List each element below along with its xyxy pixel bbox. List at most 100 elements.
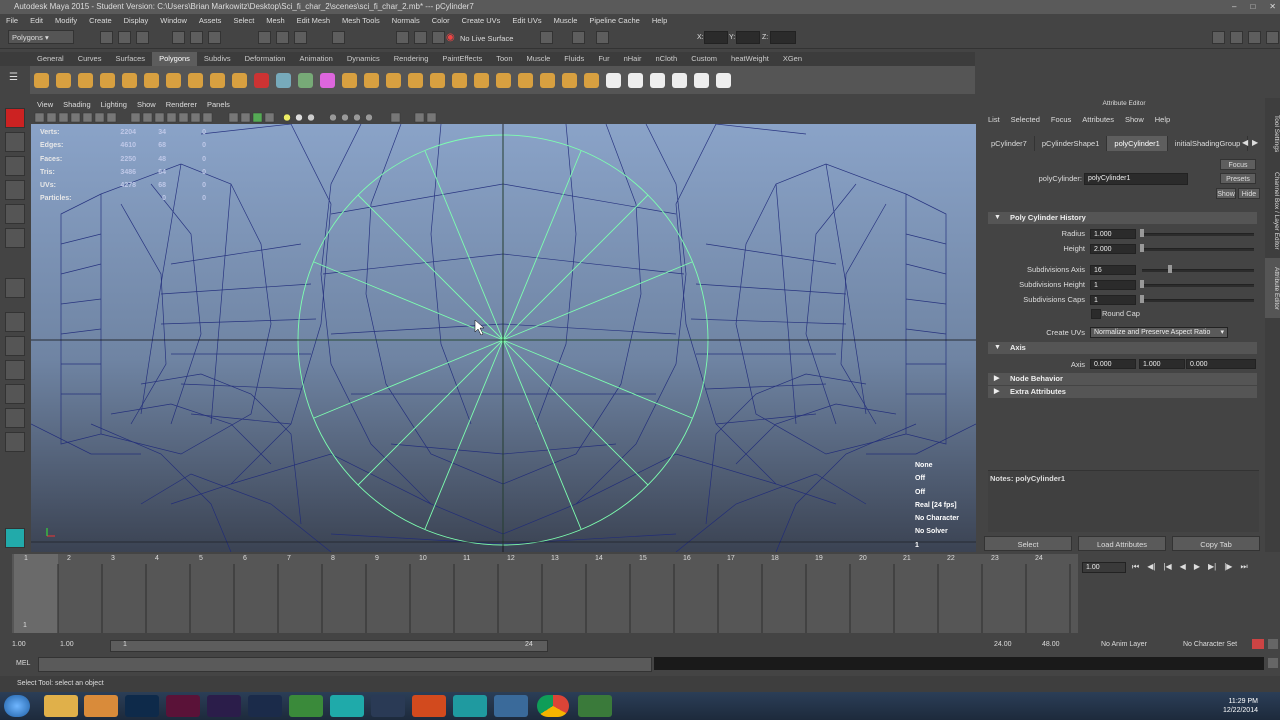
snap-grid-icon[interactable] — [258, 31, 271, 44]
viewport-menu-panels[interactable]: Panels — [207, 98, 230, 111]
bevel-icon-2[interactable] — [474, 73, 489, 88]
section-node-behavior[interactable]: ▶ Node Behavior — [988, 373, 1257, 385]
maximize-icon[interactable]: □ — [1250, 0, 1255, 14]
ae-menu-list[interactable]: List — [988, 113, 1000, 127]
shelf-tab-deformation[interactable]: Deformation — [238, 52, 293, 66]
subdivisions-axis-slider-handle[interactable] — [1168, 265, 1172, 273]
z-field[interactable] — [770, 31, 796, 44]
ae-tab-pcylinder7[interactable]: pCylinder7 — [984, 136, 1035, 151]
viewport-menu-shading[interactable]: Shading — [63, 98, 91, 111]
radius-slider-handle[interactable] — [1140, 229, 1144, 237]
step-forward-key-icon[interactable]: ▶| — [1208, 562, 1216, 572]
shelf-tab-polygons[interactable]: Polygons — [152, 52, 197, 66]
indesign-icon[interactable] — [166, 695, 200, 717]
create-uvs-dropdown[interactable]: Normalize and Preserve Aspect Ratio ▾ — [1090, 327, 1228, 338]
menu-mesh-tools[interactable]: Mesh Tools — [342, 14, 380, 28]
node-name-field[interactable]: polyCylinder1 — [1084, 173, 1188, 185]
section-poly-cylinder-history[interactable]: ▼ Poly Cylinder History — [988, 212, 1257, 224]
height-field[interactable]: 2.000 — [1090, 244, 1136, 254]
quick-layout-icon[interactable] — [5, 528, 25, 548]
load-attributes-button[interactable]: Load Attributes — [1078, 536, 1166, 551]
poly-helix-icon[interactable] — [232, 73, 247, 88]
transform-input-icon[interactable] — [572, 31, 585, 44]
automatic-map-icon[interactable] — [694, 73, 709, 88]
range-slider[interactable]: 1 24 — [110, 640, 548, 652]
system-clock[interactable]: 11:29 PM 12/22/2014 — [1223, 697, 1258, 715]
audition-icon[interactable] — [494, 695, 528, 717]
subdivisions-caps-slider[interactable] — [1142, 299, 1254, 302]
ae-tab-pcylindershape1[interactable]: pCylinderShape1 — [1035, 136, 1108, 151]
minimize-icon[interactable]: – — [1232, 0, 1236, 14]
poly-cone-icon[interactable] — [100, 73, 115, 88]
side-tab-attribute-editor[interactable]: Attribute Editor — [1265, 258, 1280, 318]
camtasia-icon[interactable] — [289, 695, 323, 717]
mode-selector[interactable]: Polygons ▾ — [8, 30, 74, 44]
menu-muscle[interactable]: Muscle — [554, 14, 578, 28]
ae-tab-initialshadinggroup[interactable]: initialShadingGroup — [1168, 136, 1249, 151]
menu-edit-uvs[interactable]: Edit UVs — [512, 14, 541, 28]
duplicate-face-icon[interactable] — [562, 73, 577, 88]
new-scene-icon[interactable] — [100, 31, 113, 44]
shelf-tab-toon[interactable]: Toon — [489, 52, 519, 66]
append-polygon-icon[interactable] — [386, 73, 401, 88]
menu-color[interactable]: Color — [432, 14, 450, 28]
single-pane-layout-icon[interactable] — [5, 312, 25, 332]
shelf-tab-general[interactable]: General — [30, 52, 71, 66]
menu-help[interactable]: Help — [652, 14, 667, 28]
viewport-menu-view[interactable]: View — [37, 98, 53, 111]
after-effects-icon[interactable] — [248, 695, 282, 717]
graph-layout-icon[interactable] — [5, 408, 25, 428]
select-button[interactable]: Select — [984, 536, 1072, 551]
height-slider[interactable] — [1142, 248, 1254, 251]
uv-editor-icon[interactable] — [606, 73, 621, 88]
snap-point-icon[interactable] — [294, 31, 307, 44]
show-button[interactable]: Show — [1216, 188, 1236, 199]
section-axis[interactable]: ▼ Axis — [988, 342, 1257, 354]
shelf-menu-icon[interactable]: ☰ — [9, 72, 18, 83]
poly-plane-icon[interactable] — [122, 73, 137, 88]
copy-tab-button[interactable]: Copy Tab — [1172, 536, 1260, 551]
toggle-tool-settings-icon[interactable] — [1248, 31, 1261, 44]
toggle-channel-box-icon[interactable] — [1266, 31, 1279, 44]
shelf-tab-animation[interactable]: Animation — [292, 52, 339, 66]
step-back-frame-icon[interactable]: ◀| — [1147, 562, 1155, 572]
maya-2-icon[interactable] — [453, 695, 487, 717]
current-frame-field[interactable]: 1.00 — [1082, 562, 1126, 573]
menu-display[interactable]: Display — [124, 14, 149, 28]
shelf-tab-surfaces[interactable]: Surfaces — [108, 52, 152, 66]
absolute-transform-icon[interactable] — [596, 31, 609, 44]
input-output-icon[interactable] — [540, 31, 553, 44]
cylindrical-map-icon[interactable] — [650, 73, 665, 88]
start-button-icon[interactable] — [4, 695, 30, 717]
history-icon[interactable] — [332, 31, 345, 44]
script-editor-icon[interactable] — [1268, 658, 1278, 668]
insert-edge-loop-icon[interactable] — [518, 73, 533, 88]
hide-button[interactable]: Hide — [1238, 188, 1260, 199]
anim-layer-dropdown[interactable]: No Anim Layer — [1101, 641, 1147, 648]
menu-assets[interactable]: Assets — [199, 14, 222, 28]
side-tab-tool-settings[interactable]: Tool Settings — [1265, 104, 1280, 164]
character-set-dropdown[interactable]: No Character Set — [1183, 641, 1237, 648]
planar-map-icon[interactable] — [628, 73, 643, 88]
menu-modify[interactable]: Modify — [55, 14, 77, 28]
shelf-tab-nhair[interactable]: nHair — [617, 52, 649, 66]
hypershade-layout-icon[interactable] — [5, 432, 25, 452]
maya-icon[interactable] — [330, 695, 364, 717]
subdivisions-height-slider[interactable] — [1142, 284, 1254, 287]
play-forward-icon[interactable]: ▶ — [1194, 562, 1200, 572]
go-to-end-icon[interactable]: ⏭ — [1240, 562, 1247, 572]
rotate-tool-icon[interactable] — [5, 204, 25, 224]
menu-create-uvs[interactable]: Create UVs — [462, 14, 501, 28]
presets-button[interactable]: Presets — [1220, 173, 1256, 184]
manipulator-tool-icon[interactable] — [5, 278, 25, 298]
shelf-tab-heatweight[interactable]: heatWeight — [724, 52, 776, 66]
ae-menu-attributes[interactable]: Attributes — [1082, 113, 1114, 127]
shelf-tab-curves[interactable]: Curves — [71, 52, 109, 66]
auto-key-icon[interactable] — [1252, 639, 1264, 649]
tab-scroll-right-icon[interactable]: ▶ — [1252, 138, 1258, 147]
ipr-render-icon[interactable] — [414, 31, 427, 44]
playback-start-field[interactable]: 1.00 — [60, 641, 74, 648]
extract-icon[interactable] — [298, 73, 313, 88]
select-hierarchy-icon[interactable] — [172, 31, 185, 44]
subdivisions-axis-slider[interactable] — [1142, 269, 1254, 272]
